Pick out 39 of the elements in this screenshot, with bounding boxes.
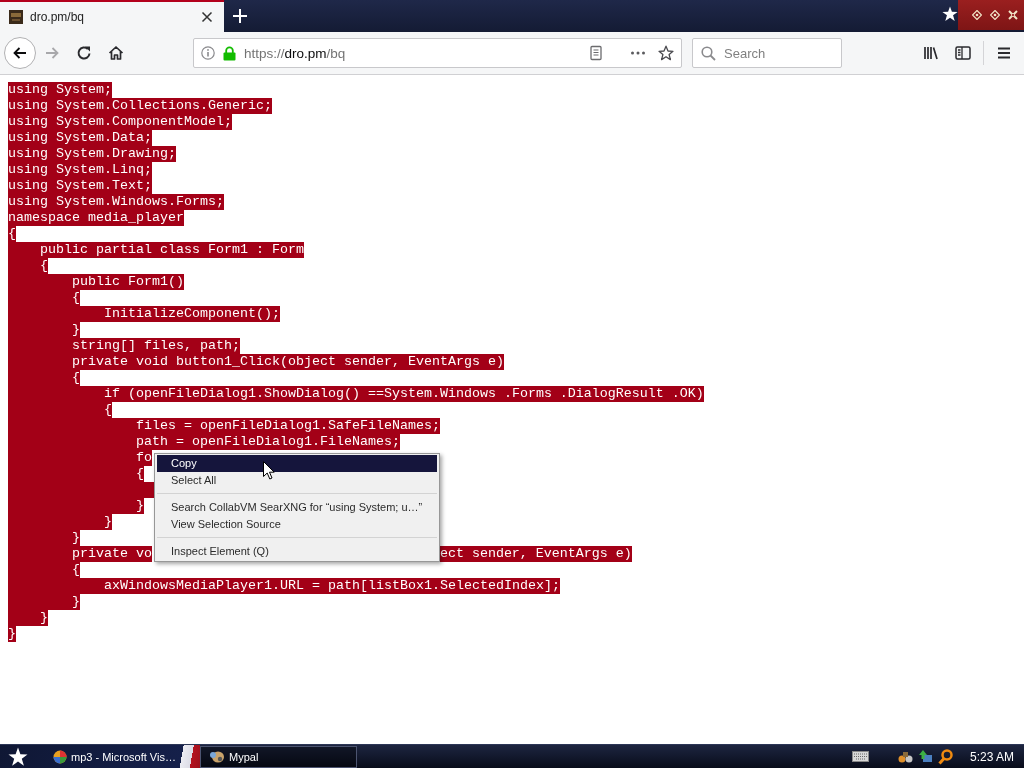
plus-icon[interactable] (233, 9, 247, 23)
menu-icon[interactable] (996, 45, 1012, 61)
back-button[interactable] (4, 37, 36, 69)
address-bar[interactable]: https://dro.pm/bq (193, 38, 682, 68)
menu-item[interactable]: Copy (157, 455, 437, 472)
lock-icon[interactable] (223, 45, 236, 61)
magnifier-icon[interactable] (937, 748, 953, 765)
close-icon[interactable] (201, 11, 213, 23)
home-icon[interactable] (108, 45, 124, 61)
menu-item[interactable]: Select All (157, 472, 437, 489)
sidebar-icon[interactable] (955, 45, 971, 61)
url-text[interactable]: https://dro.pm/bq (244, 45, 580, 61)
search-icon (701, 46, 716, 61)
star-icon (942, 6, 958, 22)
menu-item[interactable]: Inspect Element (Q) (157, 543, 437, 560)
diamond-icon[interactable] (972, 10, 982, 20)
reader-view-icon[interactable] (588, 45, 604, 61)
back-arrow-icon (12, 45, 28, 61)
bookmark-star-icon[interactable] (658, 45, 674, 61)
clock: 5:23 AM (969, 749, 1014, 764)
menu-item[interactable]: View Selection Source (157, 516, 437, 533)
info-icon[interactable] (201, 46, 215, 60)
tab-title: dro.pm/bq (30, 10, 86, 24)
taskbar-button[interactable]: mp3 - Microsoft Vis… (44, 745, 199, 768)
favicon-icon (9, 10, 23, 24)
menu-item[interactable]: Search CollabVM SearXNG for “using System; u…” (157, 499, 437, 516)
browser-tab[interactable]: dro.pm/bq (0, 0, 224, 32)
diamond-icon[interactable] (990, 10, 1000, 20)
binoculars-icon[interactable] (897, 749, 913, 764)
app-icon (53, 749, 67, 764)
taskbar-button[interactable]: Mypal (200, 745, 357, 768)
library-icon[interactable] (923, 45, 939, 61)
keyboard-icon[interactable] (851, 751, 869, 762)
reload-icon[interactable] (76, 45, 92, 61)
computer-arrow-icon[interactable] (917, 749, 933, 764)
mouse-pointer-icon (263, 461, 275, 480)
app-icon (209, 749, 225, 764)
star-icon (8, 746, 28, 767)
search-field[interactable]: Search (692, 38, 842, 68)
